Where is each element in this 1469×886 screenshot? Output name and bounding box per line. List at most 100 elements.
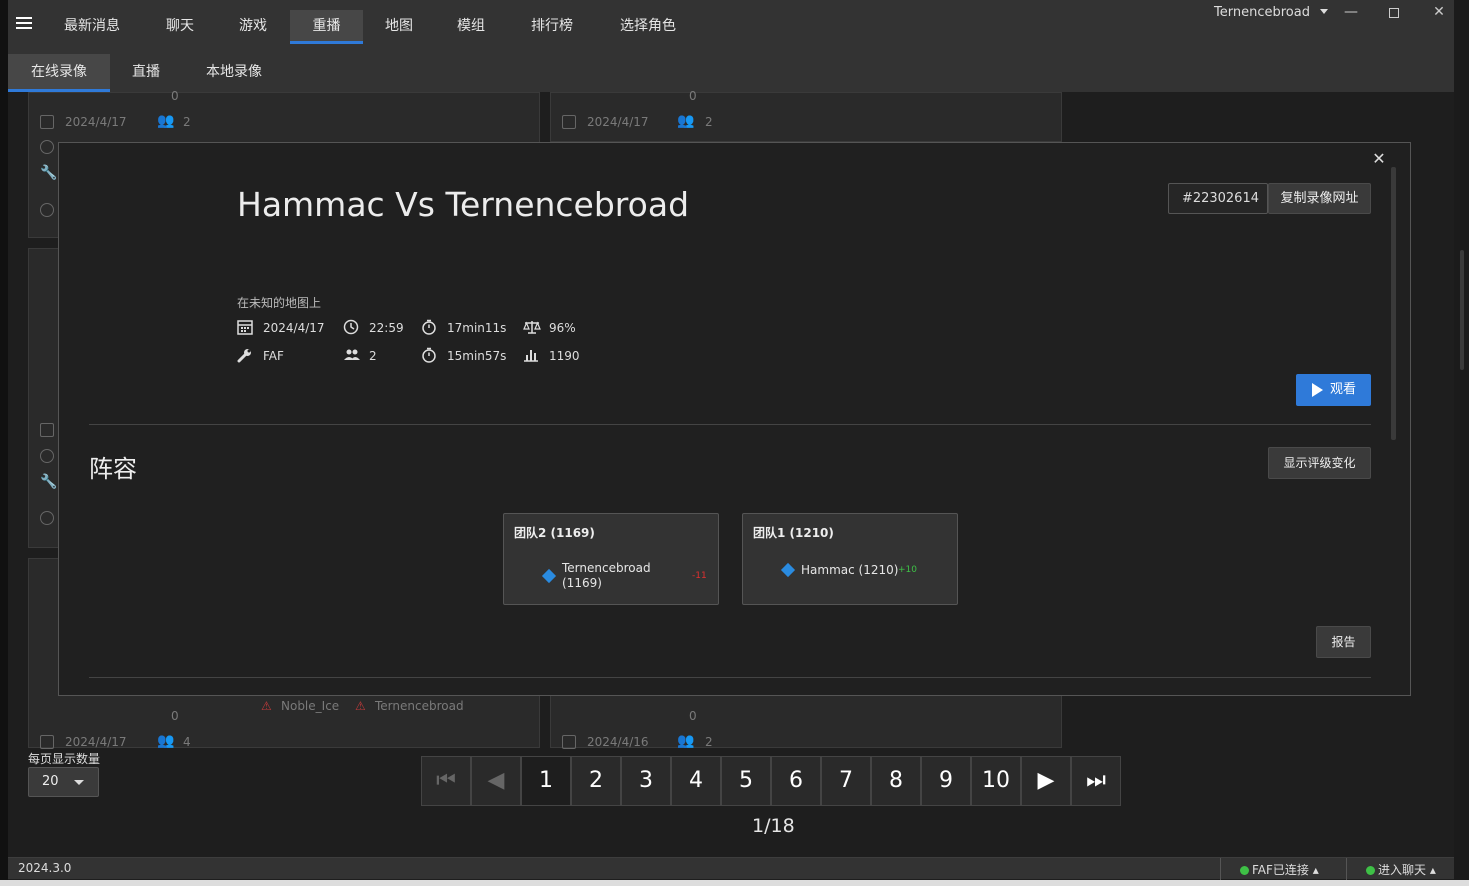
show-rating-change-button[interactable]: 显示评级变化	[1268, 447, 1371, 479]
next-page-icon[interactable]: ▶	[1021, 756, 1071, 806]
user-menu[interactable]: Ternencebroad	[1214, 5, 1329, 20]
rating-count: 0	[689, 709, 697, 723]
last-page-icon[interactable]: ⏭	[1071, 756, 1121, 806]
pagination: ⏮ ◀ 1 2 3 4 5 6 7 8 9 10 ▶ ⏭	[421, 756, 1121, 806]
tab-online-replays[interactable]: 在线录像	[8, 54, 110, 92]
meta-duration: 17min11s	[421, 319, 511, 337]
team-title: 团队2 (1169)	[514, 526, 595, 540]
divider	[89, 424, 1371, 425]
duration-value: 17min11s	[447, 321, 507, 335]
featured-mod-value: FAF	[263, 349, 284, 363]
watch-button[interactable]: 观看	[1296, 374, 1371, 406]
window-edge	[0, 880, 1469, 886]
tab-maps[interactable]: 地图	[366, 10, 432, 44]
replay-card[interactable]: 0 2024/4/16 👥 2	[550, 690, 1062, 749]
sub-nav: 在线录像 直播 本地录像	[8, 46, 1462, 92]
meta-time: 22:59	[343, 319, 413, 337]
copy-replay-url-button[interactable]: 复制录像网址	[1268, 183, 1371, 214]
faction-icon	[780, 562, 796, 578]
close-icon[interactable]: ✕	[1372, 149, 1386, 168]
tab-live[interactable]: 直播	[120, 54, 172, 92]
username: Ternencebroad	[1214, 5, 1310, 20]
page-button-5[interactable]: 5	[721, 756, 771, 806]
tab-replays[interactable]: 重播	[290, 10, 363, 44]
first-page-icon[interactable]: ⏮	[421, 756, 471, 806]
page-button-3[interactable]: 3	[621, 756, 671, 806]
replay-date: 2024/4/17	[65, 115, 127, 129]
meta-player-count: 2	[343, 347, 413, 365]
team-card: 团队1 (1210) Hammac (1210) +10	[742, 513, 958, 605]
page-button-10[interactable]: 10	[971, 756, 1021, 806]
time-value: 22:59	[369, 321, 404, 335]
duration-2-value: 15min57s	[447, 349, 507, 363]
tab-games[interactable]: 游戏	[220, 10, 286, 44]
player-rating: (1169)	[562, 576, 602, 590]
timer-icon	[40, 203, 54, 217]
scrollbar-thumb[interactable]	[1460, 250, 1464, 370]
player-entry[interactable]: Ternencebroad (1169)	[562, 561, 651, 591]
page-button-2[interactable]: 2	[571, 756, 621, 806]
per-page-label: 每页显示数量	[28, 752, 101, 766]
window-edge	[0, 0, 8, 886]
players-icon: 👥	[157, 113, 175, 129]
minimize-icon[interactable]: —	[1341, 4, 1361, 20]
timer-icon	[40, 511, 54, 525]
meta-date: 2024/4/17	[237, 319, 327, 337]
wrench-icon: 🔧	[40, 165, 58, 181]
rating-count: 0	[171, 709, 179, 723]
hamburger-menu-icon[interactable]	[16, 14, 32, 32]
rating-count: 0	[171, 89, 179, 103]
wrench-icon	[237, 349, 251, 363]
faction-icon	[541, 568, 557, 584]
page-button-9[interactable]: 9	[921, 756, 971, 806]
meta-featured-mod: FAF	[237, 347, 327, 365]
page-button-1[interactable]: 1	[521, 756, 571, 806]
maximize-icon[interactable]	[1384, 6, 1404, 20]
players-icon: 👥	[677, 113, 695, 129]
page-button-4[interactable]: 4	[671, 756, 721, 806]
per-page-select[interactable]: 20	[28, 767, 99, 797]
top-nav: 最新消息 聊天 游戏 重播 地图 模组 排行榜 选择角色 Ternencebro…	[8, 0, 1462, 46]
player-name: Noble_Ice	[281, 699, 340, 713]
map-name: 在未知的地图上	[237, 296, 322, 310]
replay-id-field[interactable]: #22302614	[1168, 183, 1268, 214]
player-name: Ternencebroad	[562, 561, 651, 575]
player-name[interactable]: Hammac (1210)	[801, 563, 898, 578]
page-button-7[interactable]: 7	[821, 756, 871, 806]
warning-icon: ⚠	[261, 699, 272, 713]
chat-connection-status[interactable]: 进入聊天 ▴	[1366, 861, 1436, 878]
tab-select-faction[interactable]: 选择角色	[604, 10, 692, 44]
rating-count: 0	[689, 89, 697, 103]
player-count-value: 2	[369, 349, 377, 363]
watch-label: 观看	[1330, 382, 1357, 397]
faf-connection-status[interactable]: FAF已连接 ▴	[1240, 861, 1319, 878]
scrollbar[interactable]	[1454, 0, 1469, 886]
replay-card[interactable]: 0 2024/4/17 👥 2	[550, 89, 1062, 142]
team-card: 团队2 (1169) Ternencebroad (1169) -11	[503, 513, 719, 605]
timer-icon	[422, 319, 436, 335]
warning-icon: ⚠	[355, 699, 366, 713]
calendar-icon	[40, 115, 54, 129]
clock-icon	[40, 449, 54, 463]
close-window-icon[interactable]: ✕	[1429, 4, 1449, 20]
tab-local-replays[interactable]: 本地录像	[194, 54, 274, 92]
calendar-icon	[40, 735, 54, 749]
tab-news[interactable]: 最新消息	[56, 10, 128, 44]
play-icon	[1312, 383, 1323, 397]
date-value: 2024/4/17	[263, 321, 325, 335]
tab-chat[interactable]: 聊天	[146, 10, 214, 44]
page-indicator: 1/18	[752, 815, 795, 837]
wrench-icon: 🔧	[40, 474, 58, 490]
previous-page-icon[interactable]: ◀	[471, 756, 521, 806]
player-count: 2	[183, 115, 191, 129]
tab-leaderboard[interactable]: 排行榜	[516, 10, 588, 44]
faf-status-label: FAF已连接	[1252, 863, 1309, 877]
per-page-value: 20	[42, 774, 59, 789]
report-button[interactable]: 报告	[1316, 626, 1371, 658]
tab-mods[interactable]: 模组	[438, 10, 504, 44]
page-button-6[interactable]: 6	[771, 756, 821, 806]
players-icon: 👥	[157, 733, 175, 749]
page-button-8[interactable]: 8	[871, 756, 921, 806]
chevron-down-icon	[74, 780, 84, 785]
dialog-scrollbar[interactable]	[1391, 167, 1396, 440]
